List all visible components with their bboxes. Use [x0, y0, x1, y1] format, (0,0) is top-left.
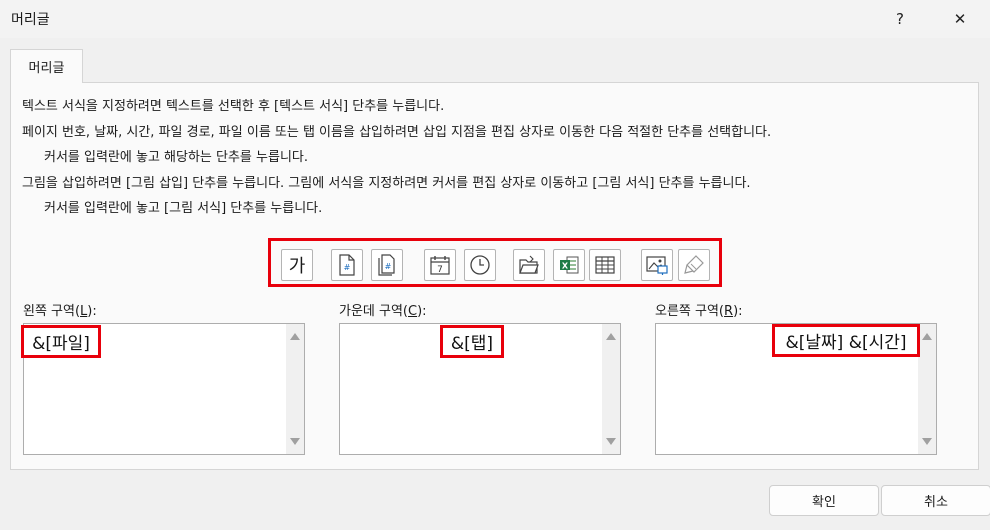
right-section-code: &[날짜] &[시간] — [772, 324, 920, 357]
svg-text:X: X — [562, 262, 569, 271]
sheet-name-icon — [595, 256, 615, 274]
scroll-up-icon[interactable] — [606, 333, 616, 340]
format-picture-icon — [684, 255, 704, 274]
number-of-pages-icon: # — [378, 254, 395, 276]
insert-time-button[interactable] — [464, 249, 496, 281]
instruction-line-5: 커서를 입력란에 놓고 [그림 서식] 단추를 누릅니다. — [44, 201, 323, 216]
time-icon — [470, 255, 490, 275]
insert-picture-icon — [646, 256, 668, 275]
svg-text:#: # — [344, 263, 351, 272]
date-icon: 7 — [430, 256, 450, 275]
instruction-line-2: 페이지 번호, 날짜, 시간, 파일 경로, 파일 이름 또는 탭 이름을 삽입… — [22, 125, 772, 140]
center-section-label: 가운데 구역(C): — [339, 304, 427, 319]
format-text-icon: 가 — [288, 256, 306, 277]
header-toolbar: 가 # # 7 X — [268, 238, 722, 287]
insert-file-path-button[interactable] — [513, 249, 545, 281]
insert-page-count-button[interactable]: # — [371, 249, 403, 281]
scroll-up-icon[interactable] — [922, 333, 932, 340]
svg-text:#: # — [385, 262, 392, 271]
center-section-scrollbar[interactable] — [602, 324, 620, 454]
right-section-scrollbar[interactable] — [918, 324, 936, 454]
instruction-line-1: 텍스트 서식을 지정하려면 텍스트를 선택한 후 [텍스트 서식] 단추를 누릅… — [22, 99, 445, 114]
scroll-down-icon[interactable] — [290, 438, 300, 445]
left-section-scrollbar[interactable] — [286, 324, 304, 454]
insert-date-button[interactable]: 7 — [424, 249, 456, 281]
cancel-button[interactable]: 취소 — [881, 485, 990, 516]
scroll-down-icon[interactable] — [922, 438, 932, 445]
close-button[interactable]: ✕ — [940, 4, 980, 34]
instruction-line-4: 그림을 삽입하려면 [그림 삽입] 단추를 누릅니다. 그림에 서식을 지정하려… — [22, 176, 751, 191]
insert-file-name-button[interactable]: X — [553, 249, 585, 281]
insert-page-number-button[interactable]: # — [331, 249, 363, 281]
dialog-title: 머리글 — [11, 12, 50, 28]
page-number-icon: # — [339, 254, 355, 276]
svg-text:7: 7 — [437, 265, 443, 275]
insert-picture-button[interactable] — [641, 249, 673, 281]
format-text-button[interactable]: 가 — [281, 249, 313, 281]
ok-button[interactable]: 확인 — [769, 485, 879, 516]
insert-sheet-name-button[interactable] — [589, 249, 621, 281]
dialog-titlebar: 머리글 ? ✕ — [0, 0, 990, 38]
file-path-icon — [519, 255, 539, 274]
tab-header[interactable]: 머리글 — [10, 49, 83, 83]
instruction-line-3: 커서를 입력란에 놓고 해당하는 단추를 누릅니다. — [44, 150, 308, 165]
file-name-icon: X — [560, 256, 579, 274]
right-section-label: 오른쪽 구역(R): — [655, 304, 743, 319]
help-button[interactable]: ? — [880, 4, 920, 34]
center-section-code: &[탭] — [440, 325, 504, 358]
scroll-down-icon[interactable] — [606, 438, 616, 445]
left-section-code: &[파일] — [21, 325, 101, 358]
format-picture-button[interactable] — [678, 249, 710, 281]
scroll-up-icon[interactable] — [290, 333, 300, 340]
left-section-label: 왼쪽 구역(L): — [23, 304, 97, 319]
